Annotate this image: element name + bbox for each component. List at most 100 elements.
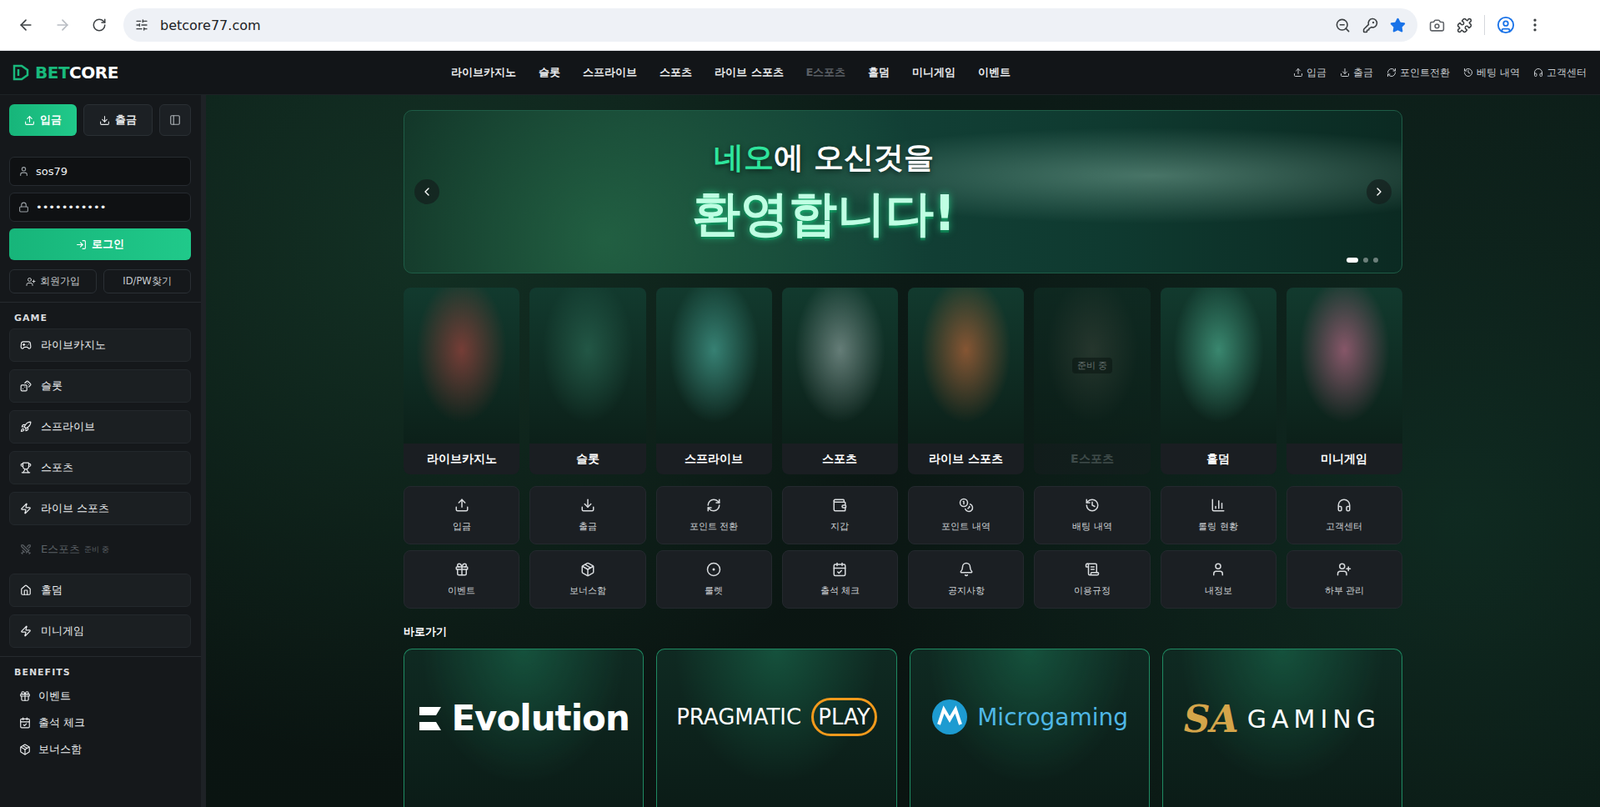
menu-icon[interactable] [1526, 16, 1544, 34]
game-card[interactable]: 슬롯 [529, 287, 646, 475]
game-icon [20, 380, 32, 392]
sidebar-benefit-item[interactable]: 보너스함 [9, 736, 191, 763]
key-icon[interactable] [1362, 17, 1379, 34]
quick-action-icon [958, 497, 974, 513]
header-link[interactable]: 베팅 내역 [1463, 66, 1520, 80]
quick-action[interactable]: 포인트 내역 [907, 486, 1024, 545]
sidebar: 입금출금sos79•••••••••••로그인회원가입ID/PW찾기GAME라이… [0, 95, 206, 807]
nav-item[interactable]: E스포츠 [806, 65, 847, 81]
quick-action[interactable]: 포인트 전환 [656, 486, 773, 545]
welcome-banner[interactable]: 네오에 오신것을환영합니다! [403, 110, 1403, 274]
upload-icon [24, 115, 36, 126]
game-card-art [529, 287, 646, 444]
password-field[interactable]: ••••••••••• [9, 192, 191, 222]
quick-action[interactable]: 배팅 내역 [1033, 486, 1150, 545]
sidebar-divider [0, 301, 201, 303]
provider-card[interactable]: PRAGMATICPLAY [656, 648, 897, 807]
quick-action[interactable]: 롤링 현황 [1160, 486, 1277, 545]
quick-action[interactable]: 출석 체크 [782, 550, 898, 609]
game-icon [20, 421, 32, 433]
game-card[interactable]: 스프라이브 [656, 287, 773, 475]
quick-action[interactable]: 룰렛 [656, 550, 773, 609]
microgaming-mark-icon [930, 697, 969, 737]
nav-item[interactable]: 슬롯 [538, 65, 561, 81]
back-button[interactable] [13, 12, 39, 38]
nav-item[interactable]: 이벤트 [978, 65, 1011, 81]
game-card-art [1160, 287, 1277, 444]
sidebar-game-item[interactable]: 라이브 스포츠 [9, 491, 191, 526]
nav-item[interactable]: 홀덤 [867, 65, 890, 81]
quick-action-icon [580, 561, 596, 577]
banner-dot[interactable] [1373, 257, 1379, 263]
game-card[interactable]: 라이브 스포츠 [907, 287, 1024, 475]
shortcuts-title: 바로가기 [403, 624, 1403, 640]
signup-button[interactable]: 회원가입 [9, 269, 97, 294]
sidebar-divider [0, 656, 201, 658]
game-card[interactable]: 라이브카지노 [403, 287, 520, 475]
main-content: 네오에 오신것을환영합니다! 라이브카지노슬롯스프라이브스포츠라이브 스포츠준비 … [205, 95, 1600, 807]
camera-icon[interactable] [1429, 17, 1445, 34]
quick-action[interactable]: 하부 관리 [1286, 550, 1403, 609]
profile-icon[interactable] [1496, 15, 1515, 35]
quick-action[interactable]: 이용규정 [1033, 550, 1150, 609]
extensions-icon[interactable] [1456, 17, 1473, 34]
reload-icon [91, 17, 107, 33]
sa-gaming-logo: SAGAMING [1183, 697, 1381, 741]
header-link[interactable]: 포인트전환 [1386, 66, 1450, 80]
header-link[interactable]: 입금 [1293, 66, 1327, 80]
sidebar-game-item[interactable]: 라이브카지노 [9, 328, 191, 362]
game-card[interactable]: 준비 중E스포츠 [1033, 287, 1150, 475]
sidebar-benefit-item[interactable]: 출석 체크 [9, 709, 191, 737]
sidebar-game-item[interactable]: 미니게임 [9, 614, 191, 648]
banner-dot[interactable] [1346, 257, 1359, 263]
provider-card[interactable]: SAGAMING [1162, 648, 1403, 807]
banner-prev-button[interactable] [414, 179, 440, 205]
sidebar-benefit-item[interactable]: 이벤트 [9, 682, 191, 710]
header-link[interactable]: 고객센터 [1533, 66, 1587, 80]
game-icon [20, 625, 32, 637]
zoom-icon[interactable] [1334, 17, 1351, 34]
quick-action[interactable]: 출금 [529, 486, 646, 545]
withdraw-button[interactable]: 출금 [83, 104, 153, 136]
provider-card[interactable]: Evolution [403, 648, 644, 807]
quick-action-icon [1084, 497, 1100, 513]
quick-action[interactable]: 이벤트 [403, 550, 520, 609]
sidebar-game-item[interactable]: 슬롯 [9, 369, 191, 403]
game-card[interactable]: 스포츠 [782, 287, 898, 475]
header-link[interactable]: 출금 [1339, 66, 1374, 80]
quick-action[interactable]: 보너스함 [529, 550, 646, 609]
quick-action[interactable]: 지갑 [782, 486, 898, 545]
nav-item[interactable]: 스프라이브 [582, 65, 637, 81]
collapse-sidebar-button[interactable] [159, 104, 191, 136]
login-button[interactable]: 로그인 [9, 228, 191, 261]
header-link-icon [1386, 67, 1397, 78]
sidebar-game-item[interactable]: 스프라이브 [9, 410, 191, 444]
quick-action[interactable]: 공지사항 [907, 550, 1024, 609]
microgaming-logo: Microgaming [930, 697, 1129, 737]
nav-item[interactable]: 라이브 스포츠 [714, 65, 784, 81]
address-bar[interactable]: betcore77.com [123, 8, 1418, 42]
nav-item[interactable]: 스포츠 [659, 65, 693, 81]
bookmark-star-icon[interactable] [1389, 17, 1406, 34]
quick-action[interactable]: 고객센터 [1286, 486, 1403, 545]
nav-item[interactable]: 미니게임 [912, 65, 956, 81]
username-field[interactable]: sos79 [9, 156, 191, 186]
banner-dot[interactable] [1363, 257, 1369, 263]
quick-action-icon [706, 497, 722, 513]
site-logo[interactable]: BETCORE [11, 62, 452, 83]
forward-button[interactable] [50, 12, 76, 38]
game-card[interactable]: 홀덤 [1160, 287, 1277, 475]
sidebar-game-item[interactable]: 스포츠 [9, 451, 191, 485]
quick-action[interactable]: 입금 [403, 486, 520, 545]
quick-action[interactable]: 내정보 [1160, 550, 1277, 609]
browser-toolbar: betcore77.com [0, 0, 1600, 51]
reload-button[interactable] [86, 12, 112, 38]
banner-next-button[interactable] [1366, 179, 1392, 205]
sidebar-game-item[interactable]: E스포츠준비 중 [9, 532, 191, 567]
game-card[interactable]: 미니게임 [1286, 287, 1403, 475]
deposit-button[interactable]: 입금 [9, 104, 77, 136]
find-account-button[interactable]: ID/PW찾기 [103, 269, 191, 294]
nav-item[interactable]: 라이브카지노 [451, 65, 517, 81]
provider-card[interactable]: Microgaming [909, 648, 1150, 807]
sidebar-game-item[interactable]: 홀덤 [9, 573, 191, 607]
